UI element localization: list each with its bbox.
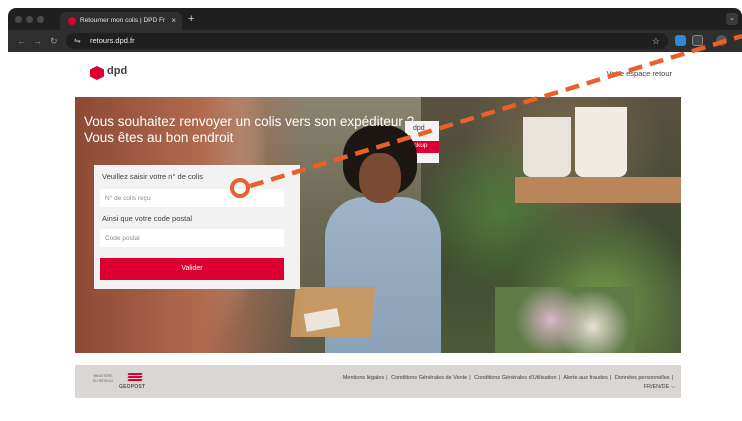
chevron-down-icon[interactable]: ⌵: [671, 384, 675, 390]
tab-close-icon[interactable]: ×: [171, 12, 176, 30]
plant-pot: [575, 107, 627, 177]
hero-title: Vous souhaitez renvoyer un colis vers so…: [84, 114, 414, 146]
sign-text: dpd: [413, 125, 425, 132]
forward-icon[interactable]: →: [33, 34, 42, 48]
web-page: dpd Votre espace retour dpd Pickup Vous …: [8, 52, 742, 421]
minimize-window-dot[interactable]: [26, 16, 33, 23]
return-space-link[interactable]: Votre espace retour: [607, 69, 672, 78]
bookmark-star-icon[interactable]: ☆: [652, 33, 660, 49]
geopost-logo-icon: [127, 373, 143, 381]
back-icon[interactable]: ←: [17, 34, 26, 48]
extensions-puzzle-icon[interactable]: [692, 35, 703, 46]
footer: MINISTÈRE DU RÉSEAU GEOPOST Mentions lég…: [75, 365, 681, 398]
close-window-dot[interactable]: [15, 16, 22, 23]
browser-toolbar: ← → ↻ ⇋ retours.dpd.fr ☆: [8, 30, 742, 52]
geopost-logo-text: GEOPOST: [119, 384, 146, 390]
logo-text: dpd: [107, 65, 128, 77]
parcel-number-label: Veuillez saisir votre n° de colis: [102, 172, 203, 181]
new-tab-button[interactable]: +: [188, 12, 194, 26]
ministry-logo: MINISTÈRE DU RÉSEAU: [92, 374, 114, 383]
extension-icon[interactable]: [675, 35, 686, 46]
tab-retours-dpd[interactable]: Retourner mon colis | DPD Fr ×: [60, 12, 182, 30]
fraud-alert-link[interactable]: Alerte aux fraudes: [563, 375, 608, 381]
parcel-number-input[interactable]: [100, 189, 284, 207]
hero-title-line2: Vous êtes au bon endroit: [84, 130, 234, 145]
url-text[interactable]: retours.dpd.fr: [90, 33, 135, 49]
site-settings-icon[interactable]: ⇋: [74, 34, 81, 48]
validate-button[interactable]: Valider: [100, 258, 284, 280]
hero-title-line1: Vous souhaitez renvoyer un colis vers so…: [84, 114, 415, 129]
language-selector[interactable]: FR/EN/DE: [644, 384, 670, 390]
wooden-shelf: [515, 177, 681, 203]
dpd-cube-icon: [90, 66, 104, 80]
return-form: Veuillez saisir votre n° de colis Ainsi …: [94, 165, 300, 289]
terms-of-use-link[interactable]: Conditions Générales d'Utilisation: [474, 375, 556, 381]
tab-title: Retourner mon colis | DPD Fr: [80, 17, 166, 24]
legal-mentions-link[interactable]: Mentions légales: [343, 375, 384, 381]
tab-search-menu-icon[interactable]: ⌄: [726, 13, 738, 25]
profile-avatar-icon[interactable]: [716, 35, 727, 46]
woman-face: [359, 153, 401, 203]
reload-icon[interactable]: ↻: [50, 34, 58, 48]
postal-code-label: Ainsi que votre code postal: [102, 214, 193, 223]
maximize-window-dot[interactable]: [37, 16, 44, 23]
address-bar[interactable]: ⇋ retours.dpd.fr ☆: [66, 33, 668, 49]
plant-pot: [523, 117, 571, 177]
dpd-favicon-icon: [68, 17, 76, 25]
terms-of-sale-link[interactable]: Conditions Générales de Vente: [391, 375, 467, 381]
postal-code-input[interactable]: [100, 229, 284, 247]
footer-links: Mentions légales | Conditions Générales d…: [342, 375, 675, 390]
browser-window: Retourner mon colis | DPD Fr × + ⌄ ← → ↻…: [8, 8, 742, 421]
personal-data-link[interactable]: Données personnelles: [615, 375, 670, 381]
tab-strip: Retourner mon colis | DPD Fr × + ⌄: [8, 8, 742, 30]
flowers: [495, 287, 635, 353]
